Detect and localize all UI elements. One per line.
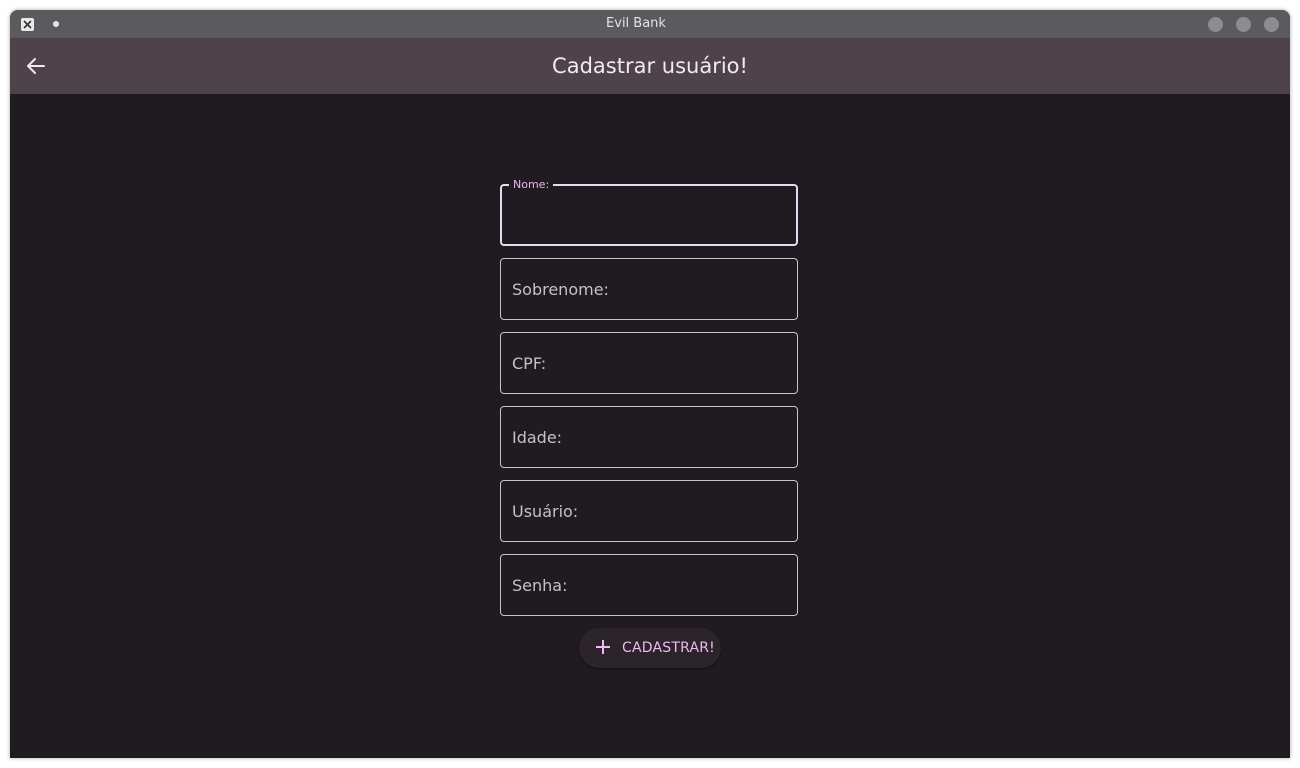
page-title: Cadastrar usuário! xyxy=(552,54,748,78)
app-bar: Cadastrar usuário! xyxy=(10,38,1290,94)
minimize-button[interactable] xyxy=(1208,17,1223,32)
nome-label: Nome: xyxy=(509,177,554,193)
idade-field[interactable]: Idade: xyxy=(500,406,798,468)
sobrenome-label: Sobrenome: xyxy=(512,280,609,299)
window-title: Evil Bank xyxy=(606,16,666,31)
senha-label: Senha: xyxy=(512,576,568,595)
plus-icon xyxy=(594,638,612,656)
cadastrar-button[interactable]: CADASTRAR! xyxy=(579,628,721,668)
close-button[interactable] xyxy=(1264,17,1279,32)
nome-field[interactable]: Nome: xyxy=(500,177,798,246)
cpf-field[interactable]: CPF: xyxy=(500,332,798,394)
maximize-button[interactable] xyxy=(1236,17,1251,32)
nome-input[interactable] xyxy=(512,204,790,236)
sobrenome-field[interactable]: Sobrenome: xyxy=(500,258,798,320)
cpf-label: CPF: xyxy=(512,354,547,373)
usuario-label: Usuário: xyxy=(512,502,579,521)
cadastrar-label: CADASTRAR! xyxy=(622,640,715,656)
idade-label: Idade: xyxy=(512,428,563,447)
usuario-field[interactable]: Usuário: xyxy=(500,480,798,542)
app-window: Evil Bank Cadastrar usuário! Nome: Sobre… xyxy=(10,10,1290,758)
window-titlebar[interactable]: Evil Bank xyxy=(10,10,1290,38)
senha-field[interactable]: Senha: xyxy=(500,554,798,616)
